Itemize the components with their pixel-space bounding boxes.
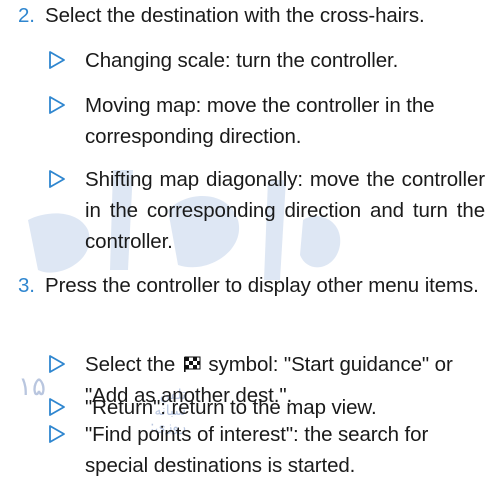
triangle-bullet-icon: [49, 170, 65, 188]
triangle-bullet-icon: [49, 96, 65, 114]
manual-page: ۱۵ تلفن شبانه روزی: 2. Select the destin…: [0, 0, 498, 477]
step-number: 2.: [18, 4, 35, 27]
triangle-bullet-icon: [49, 425, 65, 443]
bullet-text: Changing scale: turn the controller.: [85, 49, 399, 72]
bullet-text: Moving map: move the controller in the c…: [85, 94, 435, 148]
bullet-prefix: Select the: [85, 353, 176, 376]
triangle-bullet-icon: [49, 398, 65, 416]
step-text: Select the destination with the cross-ha…: [45, 4, 425, 27]
triangle-bullet-icon: [49, 51, 65, 69]
checkered-flag-icon: [183, 356, 201, 372]
triangle-bullet-icon: [49, 355, 65, 373]
bullet-text: Shifting map diagonally: move the contro…: [85, 168, 485, 253]
watermark-number: ۱۵: [18, 372, 46, 402]
step-text: Press the controller to display other me…: [45, 274, 479, 297]
bullet-text: "Find points of interest": the search fo…: [85, 423, 429, 477]
step-number: 3.: [18, 274, 35, 297]
